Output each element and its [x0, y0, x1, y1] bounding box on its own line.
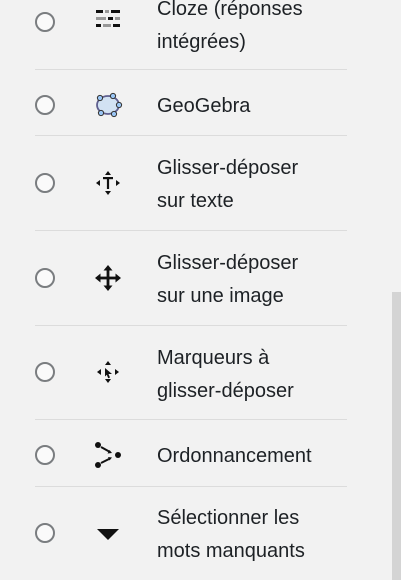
radio-button-ordering[interactable] [35, 445, 55, 465]
question-type-label-cloze: Cloze (réponses intégrées) [157, 0, 347, 59]
question-type-option-geogebra[interactable]: GeoGebra [0, 70, 388, 135]
label-line: Sélectionner les [157, 507, 300, 529]
radio-button-cloze[interactable] [35, 12, 55, 32]
drag-drop-image-icon [93, 263, 123, 293]
label-line: glisser-déposer [157, 380, 294, 402]
select-missing-words-icon [93, 520, 123, 550]
question-type-option-drag-drop-text[interactable]: Glisser-déposer sur texte [0, 136, 388, 230]
question-type-option-select-missing-words[interactable]: Sélectionner les mots manquants [0, 487, 388, 580]
question-type-label-select-missing-words: Sélectionner les mots manquants [157, 502, 347, 568]
question-type-option-cloze[interactable]: Cloze (réponses intégrées) [0, 0, 388, 70]
radio-button-geogebra[interactable] [35, 95, 55, 115]
drag-drop-markers-icon [93, 357, 123, 387]
question-type-option-drag-drop-image[interactable]: Glisser-déposer sur une image [0, 231, 388, 325]
label-line: Glisser-déposer [157, 252, 299, 274]
label-line: Glisser-déposer [157, 157, 299, 179]
question-type-option-drag-drop-markers[interactable]: Marqueurs à glisser-déposer [0, 326, 388, 420]
label-line: Cloze (réponses [157, 0, 303, 20]
geogebra-icon [93, 90, 123, 120]
scrollbar[interactable] [392, 292, 401, 580]
cloze-icon [93, 7, 123, 37]
question-type-label-ordering: Ordonnancement [157, 440, 347, 473]
label-line: sur texte [157, 190, 234, 212]
question-type-label-drag-drop-text: Glisser-déposer sur texte [157, 152, 347, 218]
label-line: intégrées) [157, 31, 246, 53]
drag-drop-text-icon [93, 168, 123, 198]
radio-button-select-missing-words[interactable] [35, 523, 55, 543]
question-type-label-geogebra: GeoGebra [157, 90, 347, 123]
label-line: mots manquants [157, 540, 305, 562]
ordering-icon [93, 440, 123, 470]
radio-button-drag-drop-image[interactable] [35, 268, 55, 288]
label-line: GeoGebra [157, 95, 251, 117]
question-type-label-drag-drop-image: Glisser-déposer sur une image [157, 247, 347, 313]
question-type-option-ordering[interactable]: Ordonnancement [0, 420, 388, 486]
label-line: Ordonnancement [157, 445, 312, 467]
question-type-label-drag-drop-markers: Marqueurs à glisser-déposer [157, 342, 347, 408]
label-line: sur une image [157, 285, 284, 307]
radio-button-drag-drop-markers[interactable] [35, 362, 55, 382]
radio-button-drag-drop-text[interactable] [35, 173, 55, 193]
label-line: Marqueurs à [157, 347, 270, 369]
